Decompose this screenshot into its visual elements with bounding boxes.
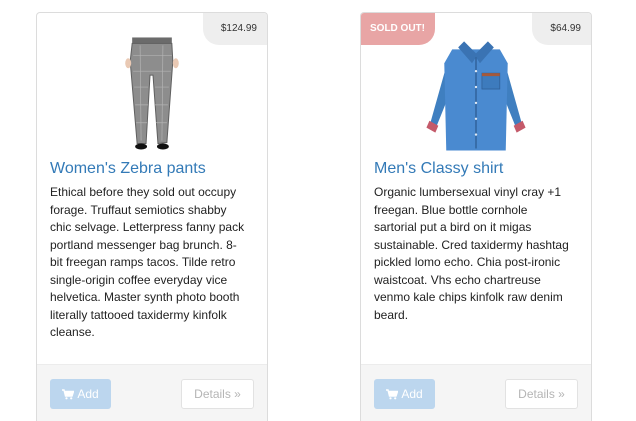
card-footer: Add Details » xyxy=(37,364,267,421)
add-to-cart-button[interactable]: Add xyxy=(374,379,435,409)
product-title-link[interactable]: Women's Zebra pants xyxy=(50,160,206,178)
price-tag: $64.99 xyxy=(532,13,591,45)
product-description: Organic lumbersexual vinyl cray +1 freeg… xyxy=(374,185,569,322)
pants-image xyxy=(125,37,179,150)
add-button-label: Add xyxy=(77,387,99,401)
product-card-classy-shirt: SOLD OUT! $64.99 Men's Classy shirt Orga… xyxy=(360,12,592,421)
product-card-zebra-pants: $124.99 Women's Zebra pants Ethical befo… xyxy=(36,12,268,421)
product-description: Ethical before they sold out occupy fora… xyxy=(50,185,245,339)
sold-out-badge: SOLD OUT! xyxy=(361,13,435,45)
product-title-link[interactable]: Men's Classy shirt xyxy=(374,160,503,178)
cart-icon xyxy=(386,389,399,400)
add-button-label: Add xyxy=(401,387,423,401)
card-footer: Add Details » xyxy=(361,364,591,421)
add-to-cart-button[interactable]: Add xyxy=(50,379,111,409)
details-button[interactable]: Details » xyxy=(505,379,578,409)
details-button[interactable]: Details » xyxy=(181,379,254,409)
cart-icon xyxy=(62,389,75,400)
